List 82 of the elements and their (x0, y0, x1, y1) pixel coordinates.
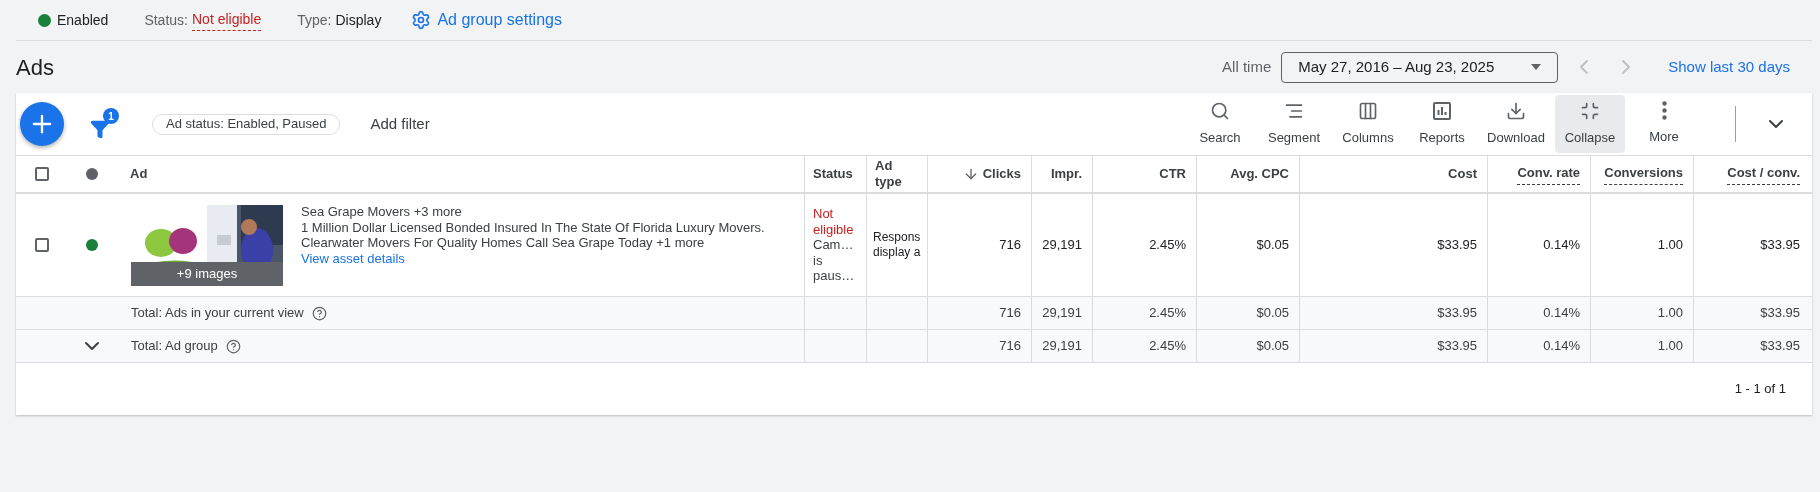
more-icon (1661, 101, 1667, 121)
table-cell-text: 2.45% (1149, 337, 1186, 356)
column-header[interactable]: Cost (1448, 163, 1477, 185)
column-header[interactable]: Conversions (1604, 163, 1683, 185)
gear-icon (411, 10, 432, 30)
pagination-text: 1 - 1 of 1 (1734, 380, 1786, 399)
table-cell-text: 1.00 (1657, 236, 1683, 255)
column-header[interactable]: Conv. rate (1517, 163, 1580, 185)
toolbar-button[interactable]: Segment (1259, 95, 1329, 153)
table-cell-text: 2.45% (1149, 304, 1186, 323)
show-last-30-days-link[interactable]: Show last 30 days (1668, 55, 1790, 79)
bar-chart-icon (1432, 100, 1452, 121)
table-cell-text: 716 (999, 304, 1021, 323)
status-detail: is (813, 252, 824, 269)
status-value[interactable]: Not eligible (192, 9, 262, 31)
toolbar-button[interactable]: Columns (1333, 95, 1403, 153)
table-cell-text: $0.05 (1256, 236, 1289, 255)
image-count-badge[interactable]: +9 images (131, 261, 283, 286)
column-header[interactable]: Clicks (982, 163, 1021, 185)
column-header[interactable]: Avg. CPC (1230, 163, 1289, 185)
dropdown-triangle-icon (1531, 64, 1542, 70)
total-label: Total: Ad group (131, 337, 218, 356)
toolbar-button[interactable]: Search (1185, 95, 1255, 153)
ad-group-settings-link[interactable]: Ad group settings (411, 8, 562, 32)
column-header[interactable]: Status (813, 166, 853, 182)
filter-icon[interactable] (90, 119, 110, 139)
download-icon (1506, 100, 1526, 121)
toolbar-button[interactable]: More (1629, 95, 1699, 153)
toolbar-button[interactable]: Reports (1407, 95, 1477, 153)
page-title: Ads (16, 53, 55, 82)
filter-count-badge: 1 (103, 108, 119, 124)
table-cell-text: 1.00 (1657, 337, 1683, 356)
table-cell-text: 716 (999, 337, 1021, 356)
status-detail: paus… (813, 268, 856, 284)
table-cell-text: 0.14% (1543, 304, 1580, 323)
column-header[interactable]: Cost / conv. (1727, 163, 1800, 185)
table-cell-text: 29,191 (1042, 304, 1082, 323)
checkbox[interactable] (34, 238, 49, 252)
table-cell-text: $33.95 (1437, 236, 1477, 255)
table-cell-text: $33.95 (1760, 236, 1800, 255)
table-cell-text: 0.14% (1543, 337, 1580, 356)
table-cell-text: $33.95 (1760, 337, 1800, 356)
table-cell-text: 1.00 (1657, 304, 1683, 323)
type-value: Display (335, 10, 382, 30)
ad-description: 1 Million Dollar Licensed Bonded Insured In The State Of Florida Luxury Movers. (301, 219, 765, 235)
search-icon (1210, 100, 1230, 121)
total-label: Total: Ads in your current view (131, 304, 304, 323)
status-label: Status: (144, 10, 188, 30)
checkbox[interactable] (34, 167, 49, 181)
toolbar-button[interactable]: Collapse (1555, 95, 1625, 153)
table-cell-text: 716 (999, 236, 1021, 255)
column-header[interactable]: Ad (130, 164, 148, 184)
table-cell-text: 0.14% (1543, 236, 1580, 255)
table-cell-text: 29,191 (1042, 236, 1082, 255)
date-range-label: All time (1222, 56, 1272, 77)
toolbar-button[interactable]: Download (1481, 95, 1551, 153)
table-cell-text: $0.05 (1256, 337, 1289, 356)
ad-headline: Sea Grape Movers +3 more (301, 204, 463, 220)
type-label: Type: (297, 10, 332, 30)
add-filter-button[interactable]: Add filter (370, 112, 430, 136)
table-cell-text: 29,191 (1042, 337, 1082, 356)
add-button[interactable] (20, 102, 64, 146)
ad-type-text: Respons (873, 229, 921, 245)
table-cell-text: $33.95 (1760, 304, 1800, 323)
date-range-dropdown[interactable]: May 27, 2016 – Aug 23, 2025 (1281, 51, 1559, 83)
column-header[interactable]: Impr. (1050, 163, 1082, 185)
table-cell-text: $33.95 (1437, 304, 1477, 323)
table-cell-text: $0.05 (1256, 304, 1289, 323)
columns-icon (1358, 100, 1378, 121)
column-header[interactable]: CTR (1159, 163, 1186, 185)
table-cell-text: 2.45% (1149, 236, 1186, 255)
ad-type-text: display a (873, 245, 921, 261)
status-detail: Cam… (813, 237, 855, 253)
ad-description: Clearwater Movers For Quality Homes Call Sea Grape Today +1 more (301, 235, 706, 251)
table-cell-text: $33.95 (1437, 337, 1477, 356)
help-icon[interactable] (225, 338, 241, 354)
collapse-icon (1580, 100, 1600, 121)
status-text: Not eligible (813, 206, 853, 238)
help-icon[interactable] (311, 305, 327, 321)
enabled-label: Enabled (57, 10, 109, 30)
view-asset-details-link[interactable]: View asset details (301, 250, 765, 266)
column-header[interactable]: Ad type (875, 158, 902, 190)
